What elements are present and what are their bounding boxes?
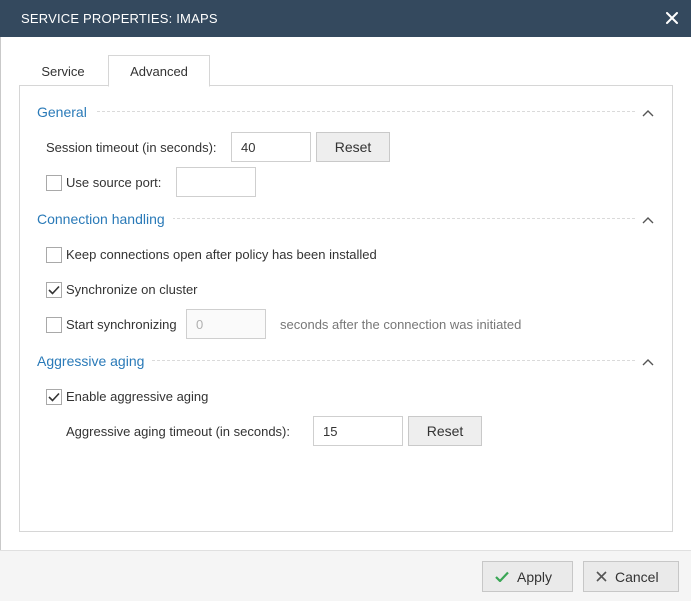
session-timeout-input[interactable]: [231, 132, 311, 162]
use-source-port-label: Use source port:: [66, 175, 162, 190]
section-divider: [37, 111, 635, 112]
keep-connections-open-label: Keep connections open after policy has b…: [66, 247, 377, 262]
dialog-title: SERVICE PROPERTIES: IMAPS: [21, 11, 218, 26]
enable-aggressive-aging-checkbox[interactable]: [46, 389, 62, 405]
section-title-general: General: [37, 104, 95, 120]
section-title-connection-handling: Connection handling: [37, 211, 173, 227]
start-synchronizing-checkbox[interactable]: [46, 317, 62, 333]
synchronize-on-cluster-checkbox[interactable]: [46, 282, 62, 298]
start-synchronizing-suffix: seconds after the connection was initiat…: [280, 317, 522, 332]
apply-label: Apply: [517, 568, 553, 585]
close-icon[interactable]: [662, 8, 682, 28]
synchronize-on-cluster-label: Synchronize on cluster: [66, 282, 198, 297]
apply-button[interactable]: Apply: [482, 561, 573, 592]
dialog-footer: Apply Cancel: [0, 550, 691, 601]
aggressive-aging-timeout-input[interactable]: [313, 416, 403, 446]
tab-service[interactable]: Service: [20, 55, 106, 87]
enable-aggressive-aging-label: Enable aggressive aging: [66, 389, 209, 404]
close-icon: [596, 571, 607, 582]
collapse-connection-handling-icon[interactable]: [641, 213, 655, 224]
dialog-titlebar: SERVICE PROPERTIES: IMAPS: [0, 0, 691, 37]
checkmark-icon: [48, 285, 60, 295]
aggressive-aging-timeout-label: Aggressive aging timeout (in seconds):: [66, 424, 291, 439]
section-title-aggressive-aging: Aggressive aging: [37, 353, 153, 369]
collapse-general-icon[interactable]: [641, 106, 655, 117]
use-source-port-checkbox[interactable]: [46, 175, 62, 191]
advanced-panel: General Session timeout (in seconds): Re…: [19, 85, 673, 532]
keep-connections-open-checkbox[interactable]: [46, 247, 62, 263]
cancel-button[interactable]: Cancel: [583, 561, 679, 592]
tab-advanced[interactable]: Advanced: [108, 55, 210, 87]
start-synchronizing-input[interactable]: [186, 309, 266, 339]
start-synchronizing-label: Start synchronizing: [66, 317, 177, 332]
aggressive-aging-reset-button[interactable]: Reset: [408, 416, 482, 446]
cancel-label: Cancel: [615, 568, 659, 585]
dialog-left-border: [0, 37, 1, 550]
source-port-input[interactable]: [176, 167, 256, 197]
checkmark-icon: [48, 392, 60, 402]
session-timeout-reset-button[interactable]: Reset: [316, 132, 390, 162]
checkmark-icon: [495, 571, 509, 582]
collapse-aggressive-aging-icon[interactable]: [641, 355, 655, 366]
session-timeout-label: Session timeout (in seconds):: [46, 140, 217, 155]
